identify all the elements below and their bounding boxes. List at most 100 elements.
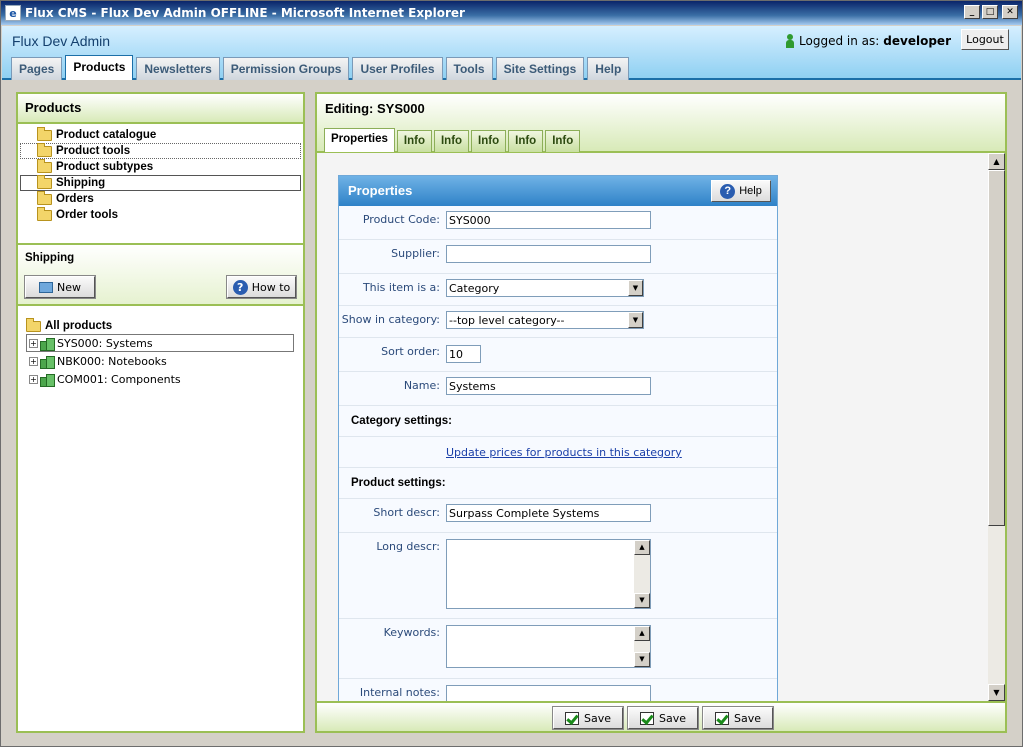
short-descr-row: Short descr: Surpass Complete Systems <box>339 499 777 533</box>
tab-pages[interactable]: Pages <box>11 57 63 80</box>
expand-icon[interactable]: + <box>29 338 38 348</box>
category-list: Product catalogue Product tools Product … <box>18 124 303 245</box>
tree-item[interactable]: + NBK000: Notebooks <box>26 352 294 370</box>
folder-icon <box>37 158 52 173</box>
howto-button[interactable]: ? How to <box>226 275 297 299</box>
category-item-selected[interactable]: Shipping <box>20 174 301 191</box>
editor-scroll-area[interactable]: Properties ? Help Product Code: SYS000 S… <box>317 153 1005 701</box>
supplier-row: Supplier: <box>339 240 777 274</box>
textarea-scrollbar[interactable]: ▲ ▼ <box>634 626 650 667</box>
scroll-up-icon[interactable]: ▲ <box>634 626 650 641</box>
tree-item-label: NBK000: Notebooks <box>57 354 167 368</box>
short-descr-label: Short descr: <box>373 506 440 519</box>
properties-header: Properties ? Help <box>339 176 777 206</box>
category-item[interactable]: Product subtypes <box>20 158 301 175</box>
textarea-scrollbar[interactable]: ▲ ▼ <box>634 540 650 608</box>
short-descr-input[interactable]: Surpass Complete Systems <box>446 504 651 522</box>
long-descr-textarea[interactable]: ▲ ▼ <box>446 539 651 609</box>
tab-help[interactable]: Help <box>587 57 630 80</box>
scroll-thumb[interactable] <box>988 170 1005 526</box>
vertical-scrollbar[interactable]: ▲ ▼ <box>988 153 1005 701</box>
scroll-up-icon[interactable]: ▲ <box>988 153 1005 170</box>
category-settings-row: Category settings: <box>339 406 777 437</box>
ie-icon: e <box>5 5 21 21</box>
tree-root[interactable]: All products <box>26 317 303 334</box>
product-code-input[interactable]: SYS000 <box>446 211 651 229</box>
tab-tools[interactable]: Tools <box>445 57 493 80</box>
category-item[interactable]: Order tools <box>20 206 301 223</box>
expand-icon[interactable]: + <box>29 356 38 366</box>
tab-info[interactable]: Info <box>545 130 581 152</box>
tab-products[interactable]: Products <box>65 55 134 80</box>
tab-info[interactable]: Info <box>433 130 470 152</box>
product-code-row: Product Code: SYS000 <box>339 206 777 240</box>
scroll-down-icon[interactable]: ▼ <box>634 593 650 608</box>
show-in-category-select[interactable]: --top level category-- ▼ <box>446 311 644 329</box>
tab-info[interactable]: Info <box>396 130 432 152</box>
category-settings-heading: Category settings: <box>351 415 452 427</box>
supplier-input[interactable] <box>446 245 651 263</box>
editor-footer: Save Save Save <box>317 701 1005 731</box>
tab-newsletters[interactable]: Newsletters <box>136 57 220 80</box>
dropdown-arrow-icon[interactable]: ▼ <box>628 280 643 296</box>
category-icon <box>40 373 55 387</box>
category-label: Product subtypes <box>56 161 154 173</box>
category-item[interactable]: Orders <box>20 190 301 207</box>
minimize-button[interactable]: _ <box>964 5 980 19</box>
name-label: Name: <box>403 379 440 392</box>
keywords-row: Keywords: ▲ ▼ <box>339 619 777 679</box>
tab-info[interactable]: Info <box>471 130 507 152</box>
save-button[interactable]: Save <box>552 706 624 730</box>
expand-icon[interactable]: + <box>29 374 38 384</box>
tree-item-label: SYS000: Systems <box>57 336 153 350</box>
long-descr-row: Long descr: ▲ ▼ <box>339 533 777 619</box>
product-tree: All products + SYS000: Systems + NBK000: N… <box>18 306 303 388</box>
category-item[interactable]: Product tools <box>20 142 301 159</box>
maximize-button[interactable]: □ <box>982 5 998 19</box>
tree-item-selected[interactable]: + SYS000: Systems <box>26 334 294 352</box>
save-button[interactable]: Save <box>702 706 774 730</box>
tab-user-profiles[interactable]: User Profiles <box>352 57 443 80</box>
tree-item[interactable]: + COM001: Components <box>26 370 294 388</box>
item-type-select[interactable]: Category ▼ <box>446 279 644 297</box>
scroll-up-icon[interactable]: ▲ <box>634 540 650 555</box>
name-input[interactable]: Systems <box>446 377 651 395</box>
scroll-down-icon[interactable]: ▼ <box>988 684 1005 701</box>
internal-notes-textarea[interactable] <box>446 685 651 701</box>
close-button[interactable]: ✕ <box>1002 5 1018 19</box>
category-label: Order tools <box>56 209 118 221</box>
name-row: Name: Systems <box>339 372 777 406</box>
show-in-category-row: Show in category: --top level category--… <box>339 306 777 338</box>
category-item[interactable]: Product catalogue <box>20 126 301 143</box>
new-button[interactable]: New <box>24 275 96 299</box>
logout-button[interactable]: Logout <box>961 29 1009 50</box>
save-button[interactable]: Save <box>627 706 699 730</box>
save-label: Save <box>733 711 761 725</box>
show-in-label: Show in category: <box>341 313 440 326</box>
tab-info[interactable]: Info <box>508 130 544 152</box>
item-type-label: This item is a: <box>362 281 440 294</box>
folder-icon <box>37 142 52 157</box>
help-button[interactable]: ? Help <box>711 180 771 202</box>
tab-properties[interactable]: Properties <box>324 128 395 152</box>
editing-title: Editing: SYS000 <box>325 101 425 116</box>
dropdown-arrow-icon[interactable]: ▼ <box>628 312 643 328</box>
app-title: Flux Dev Admin <box>12 33 111 49</box>
scroll-down-icon[interactable]: ▼ <box>634 652 650 667</box>
folder-icon <box>37 190 52 205</box>
tab-site-settings[interactable]: Site Settings <box>495 57 585 80</box>
title-bar: e Flux CMS - Flux Dev Admin OFFLINE - Mi… <box>1 1 1022 25</box>
username: developer <box>883 34 951 48</box>
category-label: Orders <box>56 193 94 205</box>
sort-order-label: Sort order: <box>381 345 440 358</box>
properties-title: Properties <box>348 183 413 198</box>
tab-permission-groups[interactable]: Permission Groups <box>222 57 350 80</box>
sort-order-input[interactable]: 10 <box>446 345 481 363</box>
save-label: Save <box>583 711 611 725</box>
show-in-value: --top level category-- <box>449 314 565 327</box>
user-info: Logged in as: developer <box>785 34 951 48</box>
browser-window: e Flux CMS - Flux Dev Admin OFFLINE - Mi… <box>0 0 1023 747</box>
keywords-textarea[interactable]: ▲ ▼ <box>446 625 651 668</box>
update-prices-link[interactable]: Update prices for products in this categ… <box>446 446 682 459</box>
product-code-label: Product Code: <box>362 213 440 226</box>
